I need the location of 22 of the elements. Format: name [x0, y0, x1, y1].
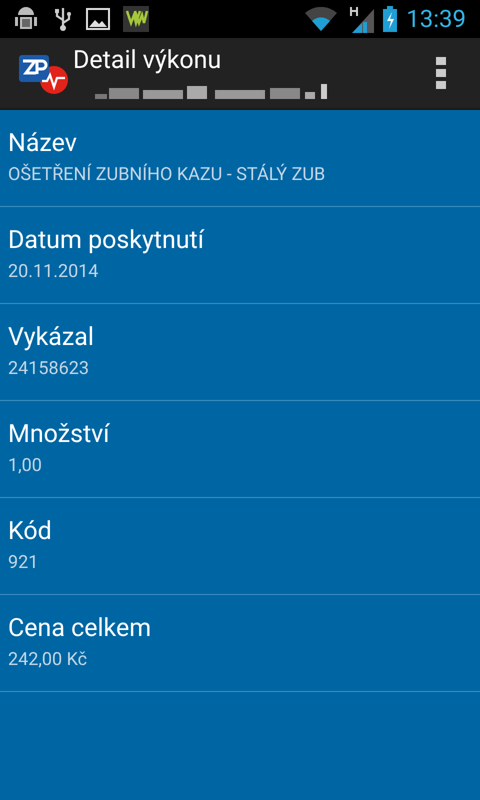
- screen-title: Detail výkonu: [73, 46, 222, 76]
- field-label: Cena celkem: [8, 613, 152, 645]
- field-value: 24158623: [8, 357, 90, 381]
- field-label: Název: [8, 128, 78, 160]
- field-value: OŠETŘENÍ ZUBNÍHO KAZU - STÁLÝ ZUB: [8, 163, 326, 187]
- field-label: Vykázal: [8, 322, 95, 354]
- field-value: 242,00 Kč: [8, 648, 88, 672]
- wifi-icon: [304, 7, 338, 31]
- status-time: 13:39: [406, 7, 466, 31]
- field-label: Množství: [8, 419, 111, 451]
- battery-charging-icon: [382, 6, 398, 32]
- usb-icon: [54, 6, 72, 32]
- signal-icon: [348, 5, 374, 33]
- image-icon: [86, 8, 110, 30]
- field-label: Datum poskytnutí: [8, 225, 206, 257]
- field-value: 921: [8, 551, 40, 575]
- overflow-menu-icon[interactable]: [436, 57, 446, 89]
- field-value: 20.11.2014: [8, 260, 100, 284]
- app-logo-icon: [18, 52, 70, 94]
- field-value: 1,00: [8, 454, 43, 478]
- app-notification-icon: [123, 6, 149, 32]
- field-label: Kód: [8, 516, 53, 548]
